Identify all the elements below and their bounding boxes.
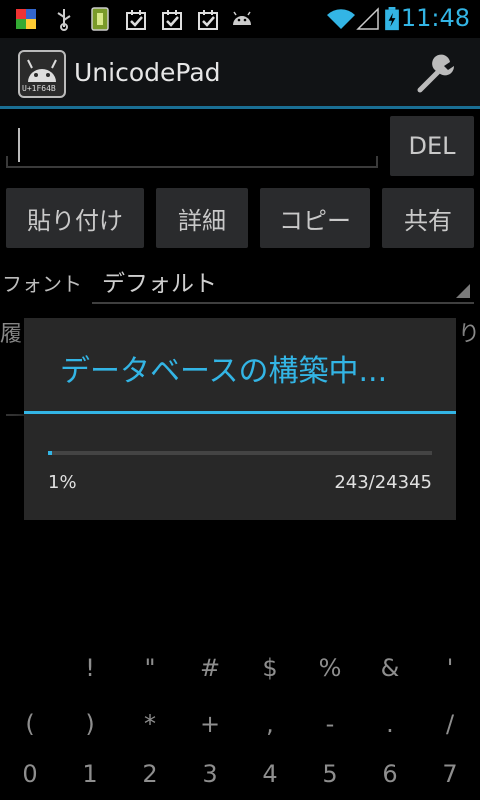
- char-cell[interactable]: ,: [240, 710, 300, 738]
- text-cursor: [18, 128, 20, 162]
- char-cell[interactable]: 7: [420, 760, 480, 788]
- progress-count: 243/24345: [334, 472, 432, 493]
- char-cell[interactable]: %: [300, 654, 360, 682]
- app-icon-code: U+1F64B: [22, 84, 56, 93]
- char-cell[interactable]: 3: [180, 760, 240, 788]
- char-cell[interactable]: !: [60, 654, 120, 682]
- char-cell[interactable]: -: [300, 710, 360, 738]
- app-title: UnicodePad: [74, 58, 221, 87]
- app-icon[interactable]: U+1F64B: [18, 50, 66, 98]
- progress-percent: 1%: [48, 472, 77, 493]
- share-button[interactable]: 共有: [382, 188, 474, 248]
- char-cell[interactable]: ): [60, 710, 120, 738]
- char-cell[interactable]: 5: [300, 760, 360, 788]
- progress-dialog: データベースの構築中... 1% 243/24345: [24, 318, 456, 520]
- dialog-title: データベースの構築中...: [60, 354, 388, 389]
- android-head-icon: [27, 59, 57, 82]
- font-label: フォント: [2, 272, 82, 296]
- wifi-icon: [327, 9, 355, 29]
- copy-button[interactable]: コピー: [260, 188, 370, 248]
- clock: 11:48: [400, 4, 470, 32]
- signal-icon: [356, 7, 379, 30]
- paste-button[interactable]: 貼り付け: [6, 188, 144, 248]
- check-icon: [162, 10, 182, 30]
- battery-icon: [385, 7, 399, 31]
- char-cell[interactable]: &: [360, 654, 420, 682]
- char-cell[interactable]: .: [360, 710, 420, 738]
- battery-app-icon: [91, 7, 109, 31]
- char-cell[interactable]: 1: [60, 760, 120, 788]
- history-tab[interactable]: 履: [0, 316, 22, 348]
- del-button[interactable]: DEL: [390, 116, 474, 176]
- detail-button[interactable]: 詳細: [156, 188, 248, 248]
- char-cell[interactable]: *: [120, 710, 180, 738]
- char-cell[interactable]: $: [240, 654, 300, 682]
- char-cell[interactable]: ": [120, 654, 180, 682]
- progress-bar: [48, 451, 432, 455]
- progress-bar-fill: [48, 451, 52, 455]
- char-cell[interactable]: /: [420, 710, 480, 738]
- font-spinner-value: デフォルト: [102, 271, 217, 297]
- text-input[interactable]: [6, 118, 378, 168]
- action-bar-divider: [0, 106, 480, 109]
- right-tab-partial[interactable]: り: [458, 316, 480, 348]
- check-icon: [126, 10, 146, 30]
- photo-icon: [16, 9, 36, 29]
- dialog-divider: [24, 411, 456, 414]
- char-cell[interactable]: +: [180, 710, 240, 738]
- char-cell[interactable]: (: [0, 710, 60, 738]
- char-cell[interactable]: 0: [0, 760, 60, 788]
- action-bar: U+1F64B UnicodePad: [0, 38, 480, 106]
- wrench-icon[interactable]: [416, 54, 460, 94]
- field-edge-left: [6, 156, 8, 166]
- status-bar: 11:48: [0, 0, 480, 38]
- android-icon: [233, 11, 251, 25]
- char-cell[interactable]: 6: [360, 760, 420, 788]
- spinner-arrow-icon: [456, 284, 470, 298]
- char-cell[interactable]: ': [420, 654, 480, 682]
- check-icon: [198, 10, 218, 30]
- field-edge-right: [376, 156, 378, 166]
- usb-icon: [57, 9, 71, 31]
- char-cell[interactable]: 4: [240, 760, 300, 788]
- char-cell[interactable]: 2: [120, 760, 180, 788]
- char-cell[interactable]: #: [180, 654, 240, 682]
- background-divider: [6, 414, 26, 416]
- font-spinner[interactable]: デフォルト: [92, 258, 474, 304]
